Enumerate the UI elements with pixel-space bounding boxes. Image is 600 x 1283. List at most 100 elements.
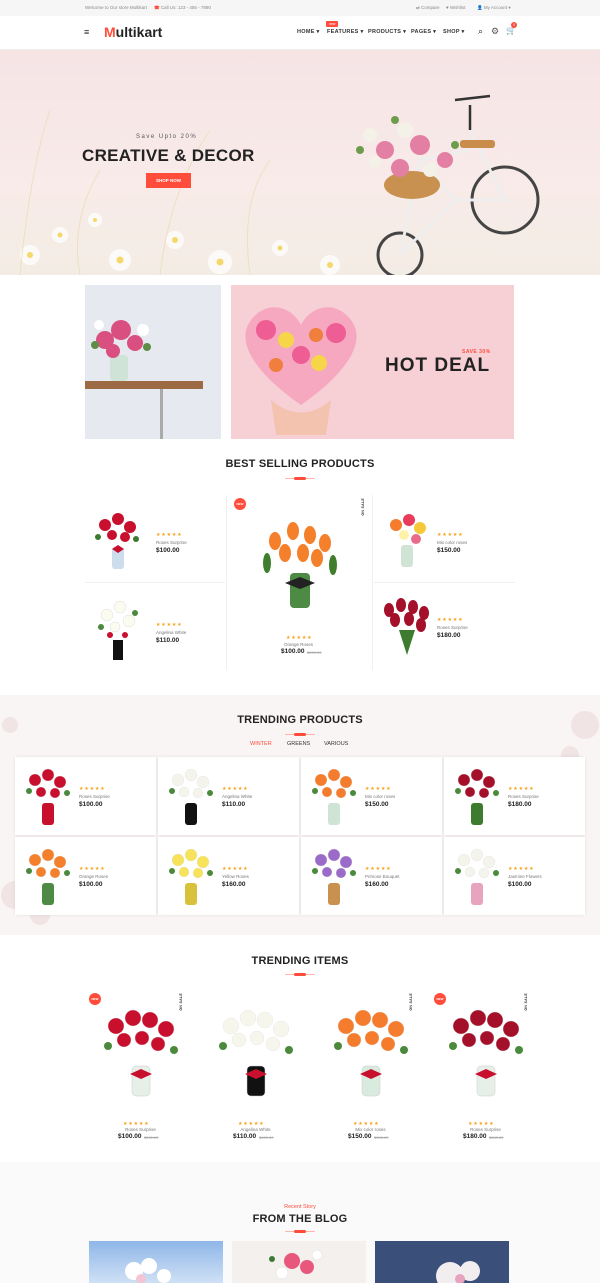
product-price: $180.00 xyxy=(463,1133,487,1140)
rating-stars: ★★★★★ xyxy=(156,622,183,628)
old-price: $200.00 xyxy=(144,1135,159,1140)
featured-product-card[interactable]: NEW ON SALE ★★★★★ Orange Roses $100.00 $… xyxy=(226,495,373,670)
product-name: Angelina White xyxy=(156,630,187,635)
product-image xyxy=(169,848,213,905)
rating-stars: ★★★★★ xyxy=(79,786,106,792)
logo[interactable]: Multikart xyxy=(104,24,162,40)
product-image xyxy=(169,768,213,825)
rating-stars: ★★★★★ xyxy=(508,866,535,872)
product-name: Roses Surprise xyxy=(470,1127,501,1132)
gear-icon[interactable]: ⚙ xyxy=(491,26,499,37)
product-card[interactable]: NEW ON SALE ★★★★★ Roses Surprise $100.00 $200… xyxy=(88,992,193,1142)
product-price: $100.00 xyxy=(118,1133,142,1140)
hot-deal-title: HOT DEAL xyxy=(385,355,491,376)
title-underline xyxy=(285,973,315,976)
nav-shop[interactable]: SHOP ▾ xyxy=(443,29,465,35)
account-link[interactable]: 👤 My Account ▾ xyxy=(477,5,511,11)
hot-deal-banner[interactable]: SAVE 30% HOT DEAL xyxy=(231,285,514,439)
product-price: $110.00 xyxy=(156,637,180,644)
tab-various[interactable]: VARIOUS xyxy=(324,741,348,747)
shop-now-button[interactable]: SHOP NOW xyxy=(146,173,191,188)
old-price: $200.00 xyxy=(307,650,322,655)
product-image xyxy=(312,848,356,905)
product-image xyxy=(263,522,337,608)
nav-features[interactable]: FEATURES ▾ xyxy=(327,29,364,35)
product-price: $100.00 xyxy=(156,547,180,554)
product-price: $160.00 xyxy=(365,881,389,888)
title-underline xyxy=(285,477,315,480)
product-image xyxy=(390,514,426,567)
product-card[interactable]: ★★★★★ Orange Roses $100.00 xyxy=(15,837,156,915)
product-price: $180.00 xyxy=(437,632,461,639)
hero-title: CREATIVE & DECOR xyxy=(82,146,255,165)
heart-flowers-image xyxy=(245,307,357,435)
tab-greens[interactable]: GREENS xyxy=(287,741,310,747)
product-name: Mix color roses xyxy=(365,794,396,799)
product-card[interactable]: ★★★★★ Jasmine Flowers $100.00 xyxy=(444,837,585,915)
vase-flowers-image xyxy=(85,320,203,439)
product-card[interactable]: ★★★★★ Mix color roses $150.00 xyxy=(301,757,442,835)
product-price: $100.00 xyxy=(79,881,103,888)
product-price: $100.00 xyxy=(281,648,305,655)
product-image xyxy=(455,848,499,905)
rating-stars: ★★★★★ xyxy=(222,786,249,792)
compare-link[interactable]: ⇄ Compare xyxy=(416,5,440,11)
hero-banner: Save Upto 20% CREATIVE & DECOR SHOP NOW xyxy=(0,50,600,275)
product-price: $150.00 xyxy=(365,801,389,808)
product-name: Orange Roses xyxy=(284,642,314,647)
tab-winter[interactable]: WINTER xyxy=(250,741,272,747)
product-price: $160.00 xyxy=(222,881,246,888)
product-card[interactable]: ★★★★★ Roses Surprise $100.00 xyxy=(85,495,225,583)
cart-count-badge: 0 xyxy=(511,22,517,28)
product-name: Roses Surprise xyxy=(437,625,468,630)
product-name: Roses Surprise xyxy=(508,794,539,799)
product-card[interactable]: NEW ON SALE ★★★★★ Roses Surprise $180.00 $360… xyxy=(433,992,538,1142)
rating-stars: ★★★★★ xyxy=(508,786,535,792)
product-price: $110.00 xyxy=(233,1133,257,1140)
product-card[interactable]: ★★★★★ Angelina White $110.00 xyxy=(85,590,225,670)
blog-card-image[interactable] xyxy=(375,1241,509,1283)
wishlist-link[interactable]: ♥ Wishlist xyxy=(446,5,465,10)
nav-products[interactable]: PRODUCTS ▾ xyxy=(368,29,406,35)
vase-banner[interactable] xyxy=(85,285,221,439)
search-icon[interactable]: ⌕ xyxy=(478,26,483,37)
product-price: $110.00 xyxy=(222,801,246,808)
trending-items-title: TRENDING ITEMS xyxy=(251,955,349,967)
product-image xyxy=(455,768,499,825)
rating-stars: ★★★★★ xyxy=(437,617,464,623)
on-sale-label: ON SALE xyxy=(179,993,183,1011)
product-name: Roses Surprise xyxy=(125,1127,156,1132)
product-name: Orange Roses xyxy=(79,874,109,879)
product-card[interactable]: ★★★★★ Roses Surprise $100.00 xyxy=(15,757,156,835)
product-price: $150.00 xyxy=(348,1133,372,1140)
product-card[interactable]: ★★★★★ Roses Surprise $180.00 xyxy=(444,757,585,835)
product-image xyxy=(26,768,70,825)
product-card[interactable]: ★★★★★ Angelina White $110.00 xyxy=(158,757,299,835)
menu-icon[interactable]: ≡ xyxy=(84,27,89,37)
blog-subtitle: Recent Story xyxy=(284,1204,316,1210)
nav-pages[interactable]: PAGES ▾ xyxy=(411,29,436,35)
phone-icon: ☎ xyxy=(154,5,160,10)
product-card[interactable]: ★★★★★ Angelina White $110.00 $220.00 xyxy=(203,992,308,1142)
blog-card-image[interactable] xyxy=(232,1241,366,1283)
on-sale-label: ON SALE xyxy=(524,993,528,1011)
product-price: $100.00 xyxy=(508,881,532,888)
product-card[interactable]: ★★★★★ Yellow Roses $160.00 xyxy=(158,837,299,915)
old-price: $360.00 xyxy=(489,1135,504,1140)
product-image xyxy=(26,848,70,905)
product-name: Angelina White xyxy=(222,794,253,799)
product-price: $100.00 xyxy=(79,801,103,808)
product-card[interactable]: ★★★★★ Roses Surprise $180.00 xyxy=(374,590,515,670)
product-image xyxy=(98,600,138,660)
product-name: Primose Bouquet xyxy=(365,874,400,879)
new-badge: NEW xyxy=(89,993,101,1005)
nav-home[interactable]: HOME ▾ xyxy=(297,29,320,35)
product-name: Angelina White xyxy=(240,1127,271,1132)
rating-stars: ★★★★★ xyxy=(79,866,106,872)
product-card[interactable]: ★★★★★ Primose Bouquet $160.00 xyxy=(301,837,442,915)
best-selling-title: BEST SELLING PRODUCTS xyxy=(225,458,375,470)
product-card[interactable]: ON SALE ★★★★★ Mix color roses $150.00 $300.0… xyxy=(318,992,423,1142)
product-card[interactable]: ★★★★★ Mix color roses $150.00 xyxy=(374,495,515,583)
blog-card-image[interactable] xyxy=(89,1241,223,1283)
product-image xyxy=(384,598,429,655)
